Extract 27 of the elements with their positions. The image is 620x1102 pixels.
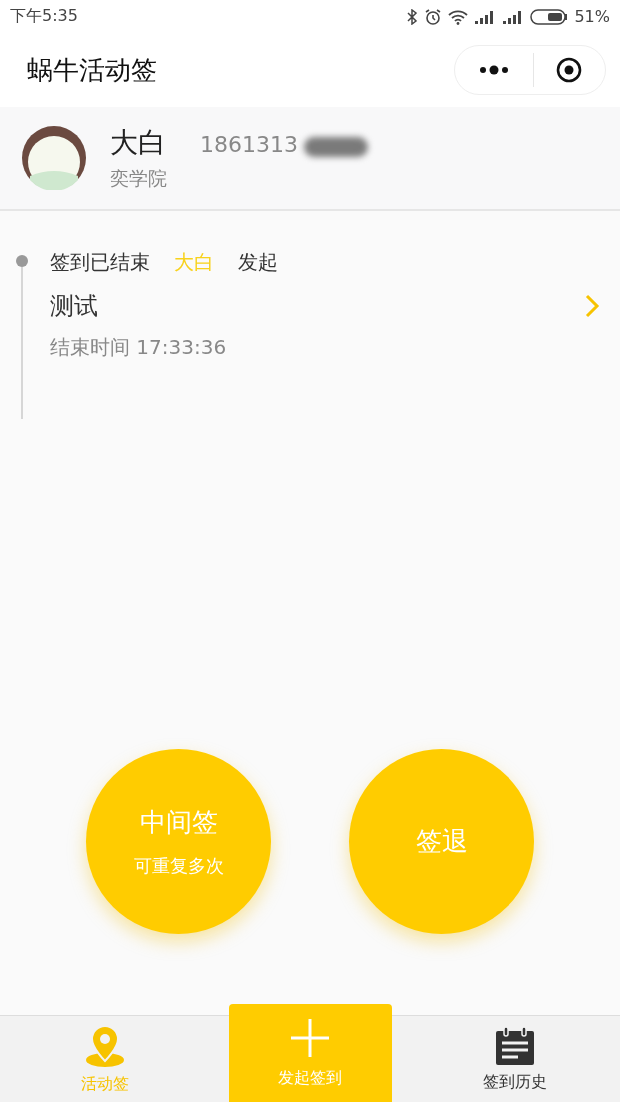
battery-icon [530, 8, 569, 25]
tab-item[interactable]: 活动签 [0, 1016, 210, 1102]
status-time: 下午5:35 [10, 6, 78, 27]
event-action: 发起 [238, 249, 278, 276]
organization-name: 奕学院 [110, 166, 168, 191]
avatar-icon [22, 126, 86, 190]
close-target-icon[interactable] [556, 57, 582, 83]
initiator-name: 大白 [174, 249, 214, 276]
more-icon[interactable] [479, 65, 509, 75]
event-status: 签到已结束 [50, 249, 150, 276]
battery-percent: 51% [574, 7, 610, 26]
page-title: 蜗牛活动签 [27, 53, 157, 87]
start-sign-in-button[interactable]: 发起签到 [228, 1004, 392, 1102]
sign-button[interactable]: 签退 [349, 749, 534, 934]
wifi-icon [448, 8, 469, 25]
tab-item[interactable]: 签到历史 [410, 1016, 620, 1102]
bluetooth-icon [406, 8, 419, 25]
alarm-icon [424, 7, 443, 26]
user-name: 大白 [110, 125, 166, 161]
notepad-icon [495, 1025, 535, 1066]
redaction-blur [304, 137, 368, 157]
end-time: 结束时间 17:33:36 [50, 334, 228, 361]
sign-button[interactable]: 中间签 可重复多次 [86, 749, 271, 934]
event-title: 测试 [50, 291, 98, 322]
phone-number: 1861313 [200, 132, 298, 157]
timeline-dot [16, 255, 28, 267]
plus-icon [290, 1017, 330, 1058]
